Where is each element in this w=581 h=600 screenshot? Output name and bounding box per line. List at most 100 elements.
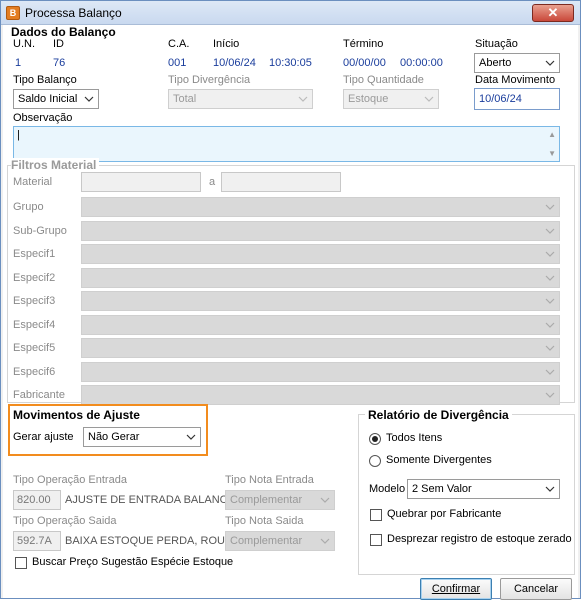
chevron-down-icon [545,201,555,213]
filter-select-especif6 [81,361,560,382]
tipo-divergencia-label: Tipo Divergência [168,74,251,86]
quebrar-fabricante-label: Quebrar por Fabricante [387,508,502,520]
inicio-label: Início [213,38,240,50]
filter-label-especif5: Especif5 [13,342,56,354]
tipo-op-saida-code: 592.7A [13,531,61,551]
todos-itens-radio[interactable] [369,433,381,445]
situacao-value: Aberto [479,57,512,69]
chevron-down-icon [545,389,555,401]
filter-label-especif2: Especif2 [13,271,56,284]
tipo-nota-entrada-label: Tipo Nota Entrada [225,474,314,486]
tipo-op-saida-desc: BAIXA ESTOQUE PERDA, ROUBO [65,535,241,547]
data-movimento-value: 10/06/24 [479,93,522,105]
modelo-value: 2 Sem Valor [412,483,472,495]
tipo-op-entrada-label: Tipo Operação Entrada [13,474,127,486]
tipo-divergencia-select: Total [168,89,313,109]
chevron-down-icon [545,366,555,378]
tipo-nota-saida-value: Complementar [230,535,303,547]
inicio-date: 10/06/24 [213,57,256,69]
observacao-label: Observação [13,112,73,124]
ca-label: C.A. [168,38,190,50]
filtros-title: Filtros Material [11,158,100,172]
desprezar-zerado-checkbox[interactable] [370,534,382,546]
id-label: ID [53,38,64,50]
chevron-down-icon [545,225,555,237]
material-a-label: a [209,176,216,188]
filter-select-especif3 [81,291,560,311]
id-value: 76 [53,57,66,69]
tipo-op-saida-code-value: 592.7A [17,535,52,547]
tipo-op-saida-label: Tipo Operação Saida [13,515,117,527]
desprezar-zerado-label: Desprezar registro de estoque zerado [387,533,572,545]
gerar-ajuste-value: Não Gerar [88,431,140,443]
filter-label-fabricante: Fabricante [13,389,65,401]
confirmar-label: Confirmar [431,583,481,595]
material-from-input [81,172,201,192]
tipo-nota-entrada-value: Complementar [230,494,303,506]
filter-label-especif4: Especif4 [13,318,56,331]
situacao-select[interactable]: Aberto [474,53,560,73]
filter-select-especif1 [81,244,560,264]
somente-divergentes-radio[interactable] [369,455,381,467]
chevron-down-icon [545,272,555,284]
chevron-down-icon [320,494,330,506]
tipo-nota-entrada-select: Complementar [225,490,335,510]
chevron-down-icon [424,93,434,105]
material-label: Material [13,176,53,188]
tipo-nota-saida-select: Complementar [225,531,335,551]
scroll-down-icon[interactable]: ▼ [548,149,556,158]
filter-select-grupo [81,197,560,217]
title-bar: B Processa Balanço ✕ [1,1,580,25]
chevron-down-icon [320,535,330,547]
scroll-up-icon[interactable]: ▲ [548,130,556,139]
termino-label: Término [343,38,384,50]
tipo-op-entrada-code: 820.00 [13,490,61,510]
quebrar-fabricante-checkbox[interactable] [370,509,382,521]
tipo-quantidade-value: Estoque [348,93,389,105]
text-cursor: | [17,129,20,141]
somente-divergentes-label: Somente Divergentes [386,454,492,466]
termino-date: 00/00/00 [343,57,386,69]
chevron-down-icon [545,342,555,354]
filter-select-sub-grupo [81,220,560,241]
filter-select-especif2 [81,267,560,288]
gerar-ajuste-select[interactable]: Não Gerar [83,427,201,447]
modelo-select[interactable]: 2 Sem Valor [407,479,560,499]
chevron-down-icon [545,295,555,307]
modelo-label: Modelo [369,483,406,495]
ca-value: 001 [168,57,187,69]
chevron-down-icon [186,431,196,443]
close-button[interactable]: ✕ [532,4,574,22]
dialog-client: Dados do Balanço U.N. ID C.A. Início Tér… [3,25,578,600]
inicio-time: 10:30:05 [269,57,312,69]
tipo-balanco-select[interactable]: Saldo Inicial [13,89,99,109]
filter-label-especif6: Especif6 [13,365,56,378]
chevron-down-icon [545,248,555,260]
filter-label-especif3: Especif3 [13,295,56,307]
situacao-label: Situação [475,38,518,50]
un-value: 1 [15,57,22,69]
dialog-window: B Processa Balanço ✕ Dados do Balanço U.… [0,0,581,600]
confirmar-button[interactable]: Confirmar [420,578,492,600]
observacao-textarea[interactable]: | ▲ ▼ [13,126,560,162]
chevron-down-icon [545,483,555,495]
cancelar-button[interactable]: Cancelar [500,578,572,600]
tipo-quantidade-select: Estoque [343,89,439,109]
tipo-balanco-label: Tipo Balanço [13,74,77,86]
buscar-preco-checkbox[interactable] [15,557,27,569]
tipo-op-entrada-desc: AJUSTE DE ENTRADA BALANCO [65,494,237,506]
gerar-ajuste-label: Gerar ajuste [13,431,74,443]
chevron-down-icon [84,93,94,105]
filter-select-especif5 [81,338,560,358]
material-to-input [221,172,341,192]
termino-time: 00:00:00 [400,57,443,69]
filter-select-especif4 [81,314,560,335]
tipo-divergencia-value: Total [173,93,197,105]
filter-label-sub-grupo: Sub-Grupo [13,224,67,237]
tipo-op-entrada-code-value: 820.00 [17,494,51,506]
data-movimento-input[interactable]: 10/06/24 [474,88,560,110]
data-movimento-label: Data Movimento [475,74,556,86]
todos-itens-label: Todos Itens [386,432,443,444]
app-icon: B [6,6,20,20]
dados-balanco-title: Dados do Balanço [11,25,116,39]
